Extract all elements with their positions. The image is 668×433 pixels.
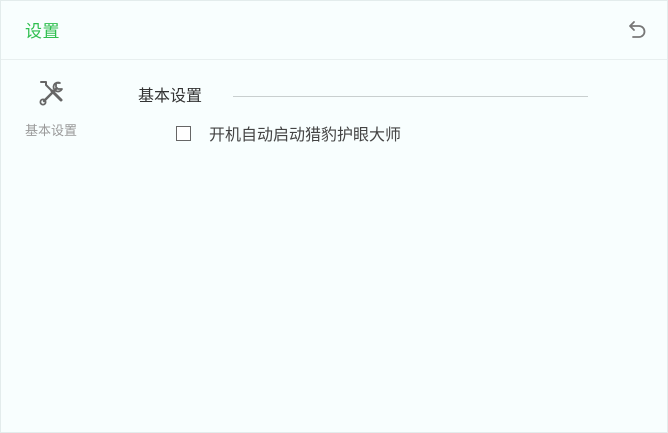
- section-title: 基本设置: [138, 86, 203, 105]
- sidebar-item-basic-settings[interactable]: 基本设置: [1, 74, 101, 144]
- undo-icon: [629, 21, 646, 38]
- section-divider: [233, 96, 588, 97]
- sidebar: 基本设置: [1, 60, 101, 432]
- autostart-checkbox[interactable]: [176, 126, 191, 141]
- title-bar: 设置: [1, 1, 667, 60]
- settings-window: 设置 基本设置 基本设置 开机自动启动猎豹护眼大师: [0, 0, 668, 433]
- settings-panel: 基本设置 开机自动启动猎豹护眼大师: [101, 60, 667, 432]
- tools-icon: [39, 81, 63, 106]
- window-title: 设置: [25, 22, 60, 42]
- section-header: 基本设置: [138, 84, 588, 108]
- back-button[interactable]: [625, 17, 651, 43]
- autostart-label[interactable]: 开机自动启动猎豹护眼大师: [209, 123, 401, 147]
- sidebar-item-label: 基本设置: [24, 124, 77, 139]
